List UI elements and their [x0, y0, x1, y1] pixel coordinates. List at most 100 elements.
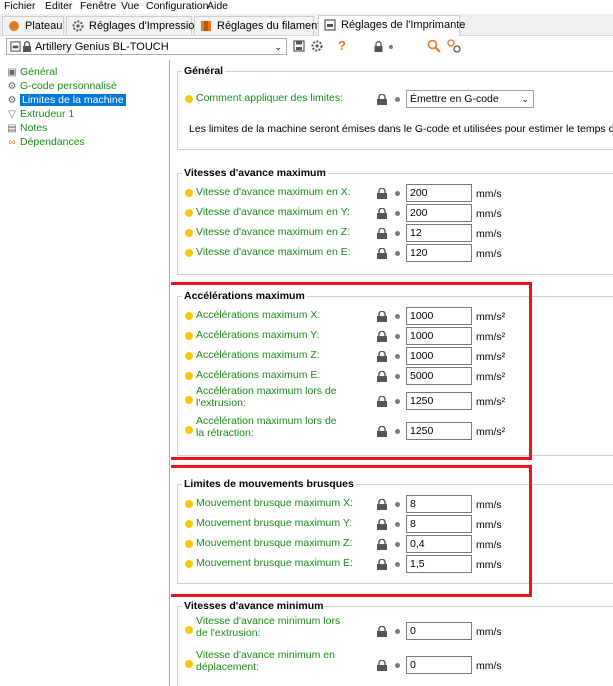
plater-icon	[9, 21, 19, 31]
group-title: Général	[182, 65, 226, 78]
dependencies-icon: ∞	[8, 137, 16, 148]
menu-aide[interactable]: Aide	[207, 0, 228, 13]
status-dot-icon	[185, 660, 193, 668]
gear-icon	[72, 20, 84, 32]
lock-icon[interactable]	[376, 660, 388, 671]
setting-row: Vitesse d'avance maximum en X: 200 mm/s	[178, 182, 613, 204]
setting-unit: mm/s	[476, 660, 502, 672]
settings-content: Général Comment appliquer des limites: É…	[171, 60, 613, 686]
apply-limits-select[interactable]: Émettre en G-code ⌄	[406, 90, 534, 108]
status-dot-icon	[185, 249, 193, 257]
save-icon[interactable]	[293, 40, 305, 52]
filament-icon	[201, 21, 211, 31]
settings-sidebar: ▣ Général ⚙ G-code personnalisé ⚙ Limites d…	[0, 60, 170, 686]
tab-filament-settings[interactable]: Réglages du filament	[194, 16, 320, 35]
system-value-dot-icon[interactable]	[395, 629, 400, 634]
sidebar-item-notes[interactable]: ▤ Notes	[6, 122, 47, 135]
toolbar: Artillery Genius BL-TOUCH ⌄ ?	[0, 36, 613, 58]
select-value: Émettre en G-code	[410, 93, 499, 105]
system-value-dot-icon[interactable]	[395, 97, 400, 102]
setting-label: Vitesse d'avance minimum en déplacement:	[196, 649, 335, 673]
status-dot-icon	[185, 229, 193, 237]
system-value-dot-icon[interactable]	[395, 251, 400, 256]
group-title: Vitesses d'avance minimum	[182, 600, 326, 613]
chevron-down-icon: ⌄	[521, 94, 529, 104]
setting-unit: mm/s	[476, 208, 502, 220]
settings-gear-icon[interactable]	[311, 40, 323, 52]
printer-name: Artillery Genius BL-TOUCH	[35, 41, 169, 53]
setting-row: Vitesse d'avance maximum en E: 120 mm/s	[178, 242, 613, 264]
general-icon: ▣	[7, 67, 17, 78]
system-value-dot-icon[interactable]	[395, 231, 400, 236]
group-max-feedrates: Vitesses d'avance maximum Vitesse d'avan…	[177, 167, 613, 275]
lock-icon[interactable]	[376, 626, 388, 637]
status-dot-icon	[185, 626, 193, 634]
setting-value-input[interactable]: 0	[406, 656, 472, 674]
tab-print-settings[interactable]: Réglages d'Impression	[66, 16, 201, 35]
menu-vue[interactable]: Vue	[121, 0, 139, 13]
highlight-frame-jerk	[171, 465, 532, 597]
setting-row-apply-limits: Comment appliquer des limites: Émettre e…	[178, 88, 613, 110]
setting-value-input[interactable]: 200	[406, 204, 472, 222]
lock-icon[interactable]	[373, 41, 384, 52]
tab-bar: Plateau Réglages d'Impression Réglages d…	[0, 14, 613, 36]
setting-label: Vitesse d'avance maximum en Y:	[196, 206, 350, 218]
help-icon[interactable]: ?	[338, 38, 346, 53]
setting-value-input[interactable]: 200	[406, 184, 472, 202]
printer-preset-select[interactable]: Artillery Genius BL-TOUCH ⌄	[6, 38, 287, 55]
sidebar-item-custom-gcode[interactable]: ⚙ G-code personnalisé	[6, 80, 117, 93]
lock-icon[interactable]	[376, 94, 388, 105]
menu-fenetre[interactable]: Fenêtre	[80, 0, 116, 13]
lock-icon[interactable]	[376, 248, 388, 259]
lock-icon[interactable]	[376, 208, 388, 219]
setting-value-input[interactable]: 120	[406, 244, 472, 262]
system-value-dot-icon	[389, 45, 393, 49]
setting-row: Vitesse d'avance minimum lors de l'extru…	[178, 615, 613, 640]
setting-value-input[interactable]: 0	[406, 622, 472, 640]
extruder-icon: ▽	[8, 109, 16, 120]
group-general: Général Comment appliquer des limites: É…	[177, 65, 613, 150]
setting-value-input[interactable]: 12	[406, 224, 472, 242]
setting-row: Vitesse d'avance maximum en Z: 12 mm/s	[178, 222, 613, 244]
compare-icon[interactable]	[447, 39, 461, 53]
lock-icon[interactable]	[376, 228, 388, 239]
system-value-dot-icon[interactable]	[395, 663, 400, 668]
setting-row: Vitesse d'avance minimum en déplacement:…	[178, 649, 613, 674]
status-dot-icon	[185, 209, 193, 217]
system-value-dot-icon[interactable]	[395, 191, 400, 196]
setting-label: Comment appliquer des limites:	[196, 92, 344, 104]
menu-editer[interactable]: Editer	[45, 0, 72, 13]
sidebar-item-dependencies[interactable]: ∞ Dépendances	[6, 136, 84, 149]
sidebar-item-general[interactable]: ▣ Général	[6, 66, 57, 79]
sidebar-item-extruder-1[interactable]: ▽ Extrudeur 1	[6, 108, 74, 121]
setting-row: Vitesse d'avance maximum en Y: 200 mm/s	[178, 202, 613, 224]
setting-label: Vitesse d'avance minimum lors de l'extru…	[196, 615, 341, 639]
menu-configuration[interactable]: Configuration	[146, 0, 208, 13]
group-title: Vitesses d'avance maximum	[182, 167, 328, 180]
sidebar-item-machine-limits[interactable]: ⚙ Limites de la machine	[6, 94, 126, 107]
menu-fichier[interactable]: Fichier	[4, 0, 36, 13]
printer-icon	[10, 41, 21, 52]
tab-printer-settings[interactable]: Réglages de l'Imprimante	[318, 15, 465, 36]
search-icon[interactable]	[427, 39, 441, 53]
group-min-feedrates: Vitesses d'avance minimum Vitesse d'avan…	[177, 600, 613, 686]
printer-icon	[324, 19, 336, 31]
chevron-down-icon: ⌄	[274, 42, 282, 52]
status-dot-icon	[185, 95, 193, 103]
tab-label: Plateau	[25, 20, 63, 32]
setting-unit: mm/s	[476, 626, 502, 638]
tab-label: Réglages du filament	[217, 20, 321, 32]
lock-icon	[23, 41, 31, 52]
system-value-dot-icon[interactable]	[395, 211, 400, 216]
lock-icon[interactable]	[376, 188, 388, 199]
menu-bar: Fichier Editer Fenêtre Vue Configuration…	[0, 0, 613, 14]
tab-plateau[interactable]: Plateau	[2, 16, 64, 35]
highlight-frame-accelerations	[171, 282, 532, 460]
general-note: Les limites de la machine seront émises …	[189, 123, 613, 135]
tab-label: Réglages de l'Imprimante	[341, 19, 466, 31]
setting-label: Vitesse d'avance maximum en Z:	[196, 226, 351, 238]
gcode-icon: ⚙	[7, 81, 17, 92]
setting-unit: mm/s	[476, 228, 502, 240]
setting-label: Vitesse d'avance maximum en X:	[196, 186, 351, 198]
tab-label: Réglages d'Impression	[89, 20, 201, 32]
